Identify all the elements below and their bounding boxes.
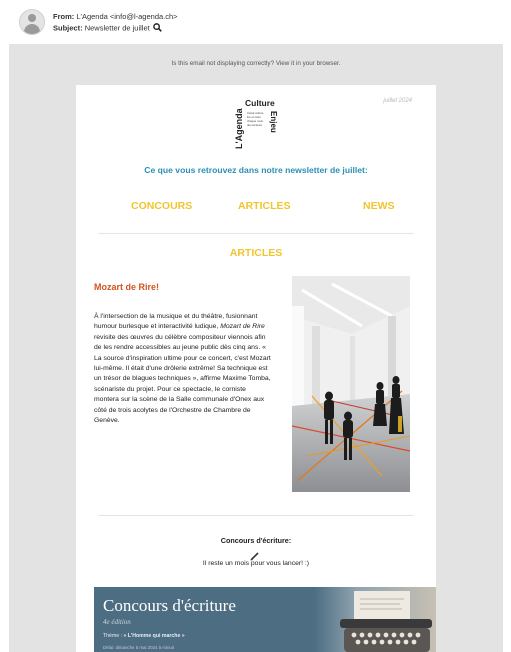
logo-vertical-right: Enjeu [269,111,278,133]
article-body: À l'intersection de la musique et du thé… [94,312,272,426]
nav-news-link[interactable]: NEWS [363,200,395,212]
banner-title: Concours d'écriture [103,596,236,615]
logo-small-line-4: des lectures [247,123,263,127]
from-value[interactable]: L'Agenda <info@l-agenda.ch> [76,12,177,21]
view-in-browser-link[interactable]: Is this email not displaying correctly? … [9,60,503,67]
logo-culture: Culture [245,98,275,108]
banner-theme-value: « L'Homme qui marche » [123,633,185,639]
magnifier-icon[interactable] [152,23,162,34]
from-label: From: [53,12,75,21]
agenda-logo[interactable]: L'Agenda Culture Canal culture lire et r… [226,93,296,153]
article-body-part-2: revisite des œuvres du célèbre composite… [94,333,271,425]
concours-heading: Concours d'écriture: [220,536,292,545]
email-body-background: Is this email not displaying correctly? … [9,44,503,652]
email-header: From: L'Agenda <info@l-agenda.ch> Subjec… [0,0,511,44]
newsletter-intro: Ce que vous retrouvez dans notre newslet… [144,165,368,175]
article-title[interactable]: Mozart de Rire! [94,282,159,292]
divider [98,515,414,516]
article-photo[interactable] [291,276,411,492]
banner-theme: Thème : « L'Homme qui marche » [103,633,185,639]
newsletter-card: juillet 2024 L'Agenda Culture Canal cult… [76,85,436,652]
nav-articles-link[interactable]: ARTICLES [238,200,291,212]
banner-deadline: Délai: dimanche 5 mai 2024 à minuit [103,645,175,650]
subject-value: Newsletter de juillet [84,23,150,33]
nav-concours-link[interactable]: CONCOURS [131,200,192,212]
banner-theme-prefix: Thème : [103,633,124,639]
subject-label: Subject: [53,23,83,33]
subject-line: Subject: Newsletter de juillet [53,23,162,34]
banner-edition: 4e édition [103,618,131,626]
articles-heading: ARTICLES [229,247,283,259]
article-body-italic: Mozart de Rire [220,323,265,331]
logo-vertical-left: L'Agenda [234,107,244,149]
concours-banner[interactable]: Concours d'écriture 4e édition Thème : «… [94,587,436,652]
typewriter-image [314,587,436,652]
newsletter-date: juillet 2024 [383,98,412,104]
from-line: From: L'Agenda <info@l-agenda.ch> [53,12,178,21]
user-avatar-icon [19,9,45,35]
divider [98,233,414,234]
concours-text: Il reste un mois pour vous lancer! :) [202,560,310,567]
